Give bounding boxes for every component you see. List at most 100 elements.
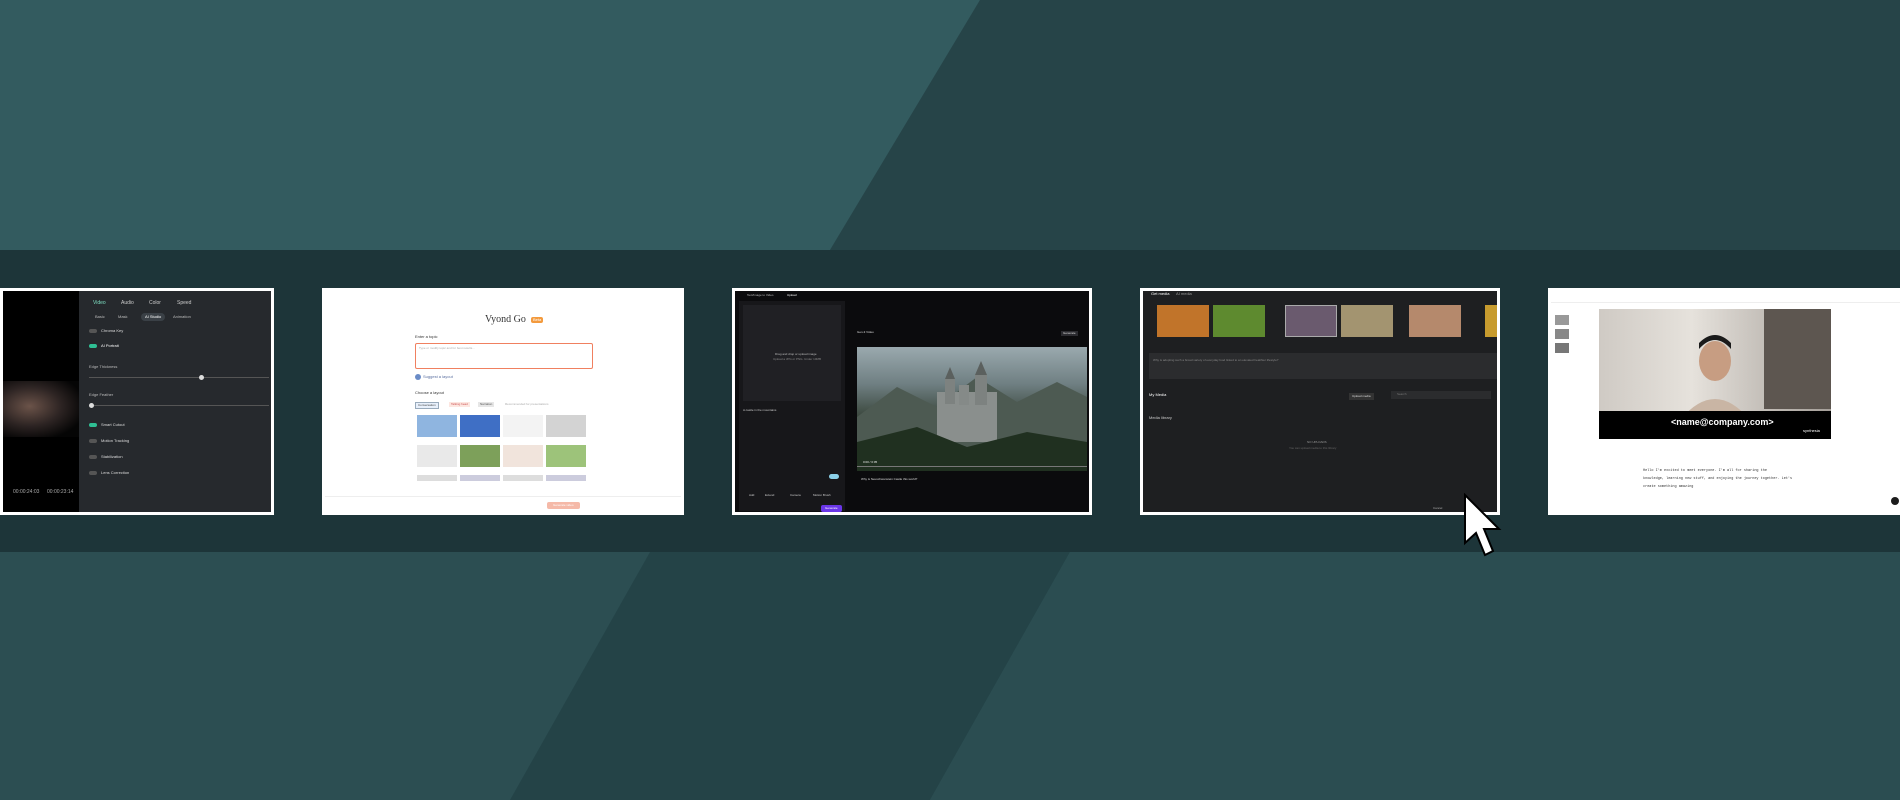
- help-icon[interactable]: [1891, 497, 1899, 505]
- control-motion-brush[interactable]: Motion Brush: [813, 494, 831, 497]
- generate-video-button[interactable]: Generate video: [547, 502, 580, 509]
- subtab-animation[interactable]: Animation: [173, 315, 191, 319]
- chip-talking-head[interactable]: Talking head: [449, 402, 470, 407]
- media-thumb[interactable]: [1213, 305, 1265, 337]
- empty-state-sub: You can upload media to this library: [1289, 446, 1337, 450]
- edge-thickness-slider[interactable]: [89, 377, 269, 378]
- tab-speed[interactable]: Speed: [177, 301, 191, 306]
- chroma-key-label: Chroma Key: [101, 328, 124, 333]
- script-line[interactable]: knowledge, learning new stuff, and enjoy…: [1643, 477, 1792, 482]
- chroma-key-toggle[interactable]: [89, 329, 97, 333]
- status-badge: Generate: [1061, 331, 1078, 336]
- window-thumbnail-video-editor[interactable]: 00:00:24:03 00:00:23:14 Video Audio Colo…: [0, 288, 274, 515]
- subtab-basic[interactable]: Basic: [95, 315, 105, 319]
- layout-option[interactable]: [417, 445, 457, 467]
- video-title: Gen-3 Video: [857, 330, 874, 334]
- search-placeholder: Search: [1397, 392, 1407, 396]
- empty-state-title: NO UPLOADS: [1307, 440, 1327, 444]
- beta-badge: Beta: [531, 317, 544, 323]
- media-thumb[interactable]: [1409, 305, 1461, 337]
- topic-placeholder: Type or modify topic and for best result…: [419, 346, 475, 350]
- layout-option[interactable]: [417, 475, 457, 481]
- smart-cutout-toggle[interactable]: [89, 423, 97, 427]
- stabilization-toggle[interactable]: [89, 455, 97, 459]
- stabilization-label: Stabilization: [101, 454, 123, 459]
- video-caption: Why is Neuschwanstein Castle this world?: [861, 477, 918, 481]
- lens-correction-toggle[interactable]: [89, 471, 97, 475]
- prompt-text[interactable]: A castle in the mountains: [743, 409, 776, 412]
- tab-upload[interactable]: Upload: [787, 294, 797, 297]
- email-overlay: <name@company.com>: [1671, 417, 1774, 427]
- ai-portrait-label: AI Portrait: [101, 343, 119, 348]
- tab-text-image[interactable]: Text/Image to Video: [747, 294, 773, 297]
- suggest-icon: [415, 374, 421, 380]
- generate-button[interactable]: Generate: [821, 505, 842, 512]
- chip-conversation[interactable]: Conversation: [415, 402, 439, 409]
- tab-ai-media[interactable]: AI media: [1176, 292, 1192, 296]
- media-thumb[interactable]: [1285, 305, 1337, 337]
- subtab-mask[interactable]: Mask: [118, 315, 128, 319]
- layout-option[interactable]: [460, 475, 500, 481]
- tab-get-media[interactable]: Get media: [1151, 292, 1169, 296]
- layout-label: Choose a layout: [415, 390, 444, 395]
- tab-audio[interactable]: Audio: [121, 301, 134, 306]
- video-time: 0:00 / 0:05: [863, 460, 878, 464]
- scene-thumb[interactable]: [1555, 343, 1569, 353]
- tab-color[interactable]: Color: [149, 301, 161, 306]
- chip-narration[interactable]: Narration: [478, 402, 495, 407]
- search-input[interactable]: Search: [1391, 391, 1491, 399]
- tab-video[interactable]: Video: [93, 301, 106, 306]
- chip-presentations[interactable]: Recommended for presentations: [503, 402, 551, 407]
- layout-option[interactable]: [546, 475, 586, 481]
- motion-tracking-toggle[interactable]: [89, 439, 97, 443]
- script-line[interactable]: create something amazing: [1643, 485, 1693, 490]
- edge-feather-label: Edge Feather: [89, 392, 114, 397]
- upload-media-button[interactable]: Upload media: [1349, 393, 1374, 400]
- control-extend[interactable]: Extend: [765, 494, 774, 497]
- layout-option[interactable]: [546, 415, 586, 437]
- layout-option[interactable]: [503, 445, 543, 467]
- toggle-icon[interactable]: [829, 474, 839, 479]
- scene-thumb[interactable]: [1555, 315, 1569, 325]
- properties-panel: [79, 291, 271, 512]
- subtab-ai-studio[interactable]: AI Studio: [141, 313, 166, 321]
- edge-feather-slider[interactable]: [89, 405, 269, 406]
- time-total: 00:00:23:14: [47, 489, 74, 495]
- editor-toolbar: [1551, 291, 1900, 303]
- preview-frame: [3, 381, 79, 437]
- window-thumbnail-image-to-video[interactable]: Text/Image to Video Upload Drag and drop…: [732, 288, 1092, 515]
- cancel-button[interactable]: Cancel: [1433, 507, 1442, 510]
- time-current: 00:00:24:03: [13, 489, 40, 495]
- video-preview[interactable]: [857, 347, 1087, 471]
- ai-portrait-toggle[interactable]: [89, 344, 97, 348]
- layout-option[interactable]: [503, 415, 543, 437]
- vyond-title: Vyond Go: [485, 314, 526, 325]
- edge-thickness-handle[interactable]: [199, 375, 204, 380]
- media-thumb[interactable]: [1341, 305, 1393, 337]
- layout-option[interactable]: [503, 475, 543, 481]
- media-thumb[interactable]: [1485, 305, 1497, 337]
- control-camera[interactable]: Camera: [790, 494, 801, 497]
- window-thumbnail-avatar-editor[interactable]: <name@company.com> synthesia Hello I'm e…: [1548, 288, 1900, 515]
- upload-sub: Upload a JPG or PNG. Under 10MB: [773, 357, 822, 361]
- mouse-cursor-icon: [1464, 493, 1502, 557]
- scene-thumb[interactable]: [1555, 329, 1569, 339]
- lens-correction-label: Lens Correction: [101, 470, 130, 475]
- layout-option[interactable]: [417, 415, 457, 437]
- control-add[interactable]: Add: [749, 494, 754, 497]
- upload-hint: Drag and drop or upload image: [775, 352, 817, 356]
- layout-option[interactable]: [460, 415, 500, 437]
- suggest-layout-link[interactable]: Suggest a layout: [423, 375, 453, 379]
- video-progress[interactable]: [857, 466, 1087, 467]
- script-line[interactable]: Hello I'm excited to meet everyone. I'm …: [1643, 469, 1767, 474]
- my-media-heading: My Media: [1149, 392, 1167, 397]
- layout-option[interactable]: [546, 445, 586, 467]
- layout-option[interactable]: [460, 445, 500, 467]
- topic-input[interactable]: Type or modify topic and for best result…: [415, 343, 593, 369]
- media-thumb[interactable]: [1157, 305, 1209, 337]
- window-thumbnail-media-library[interactable]: Get media AI media Why is adopting such …: [1140, 288, 1500, 515]
- window-thumbnail-vyond-go[interactable]: Vyond Go Beta Enter a topic Type or modi…: [322, 288, 684, 515]
- topic-label: Enter a topic: [415, 334, 438, 339]
- question-box: Why is adopting such a broad variety of …: [1149, 353, 1497, 379]
- edge-feather-handle[interactable]: [89, 403, 94, 408]
